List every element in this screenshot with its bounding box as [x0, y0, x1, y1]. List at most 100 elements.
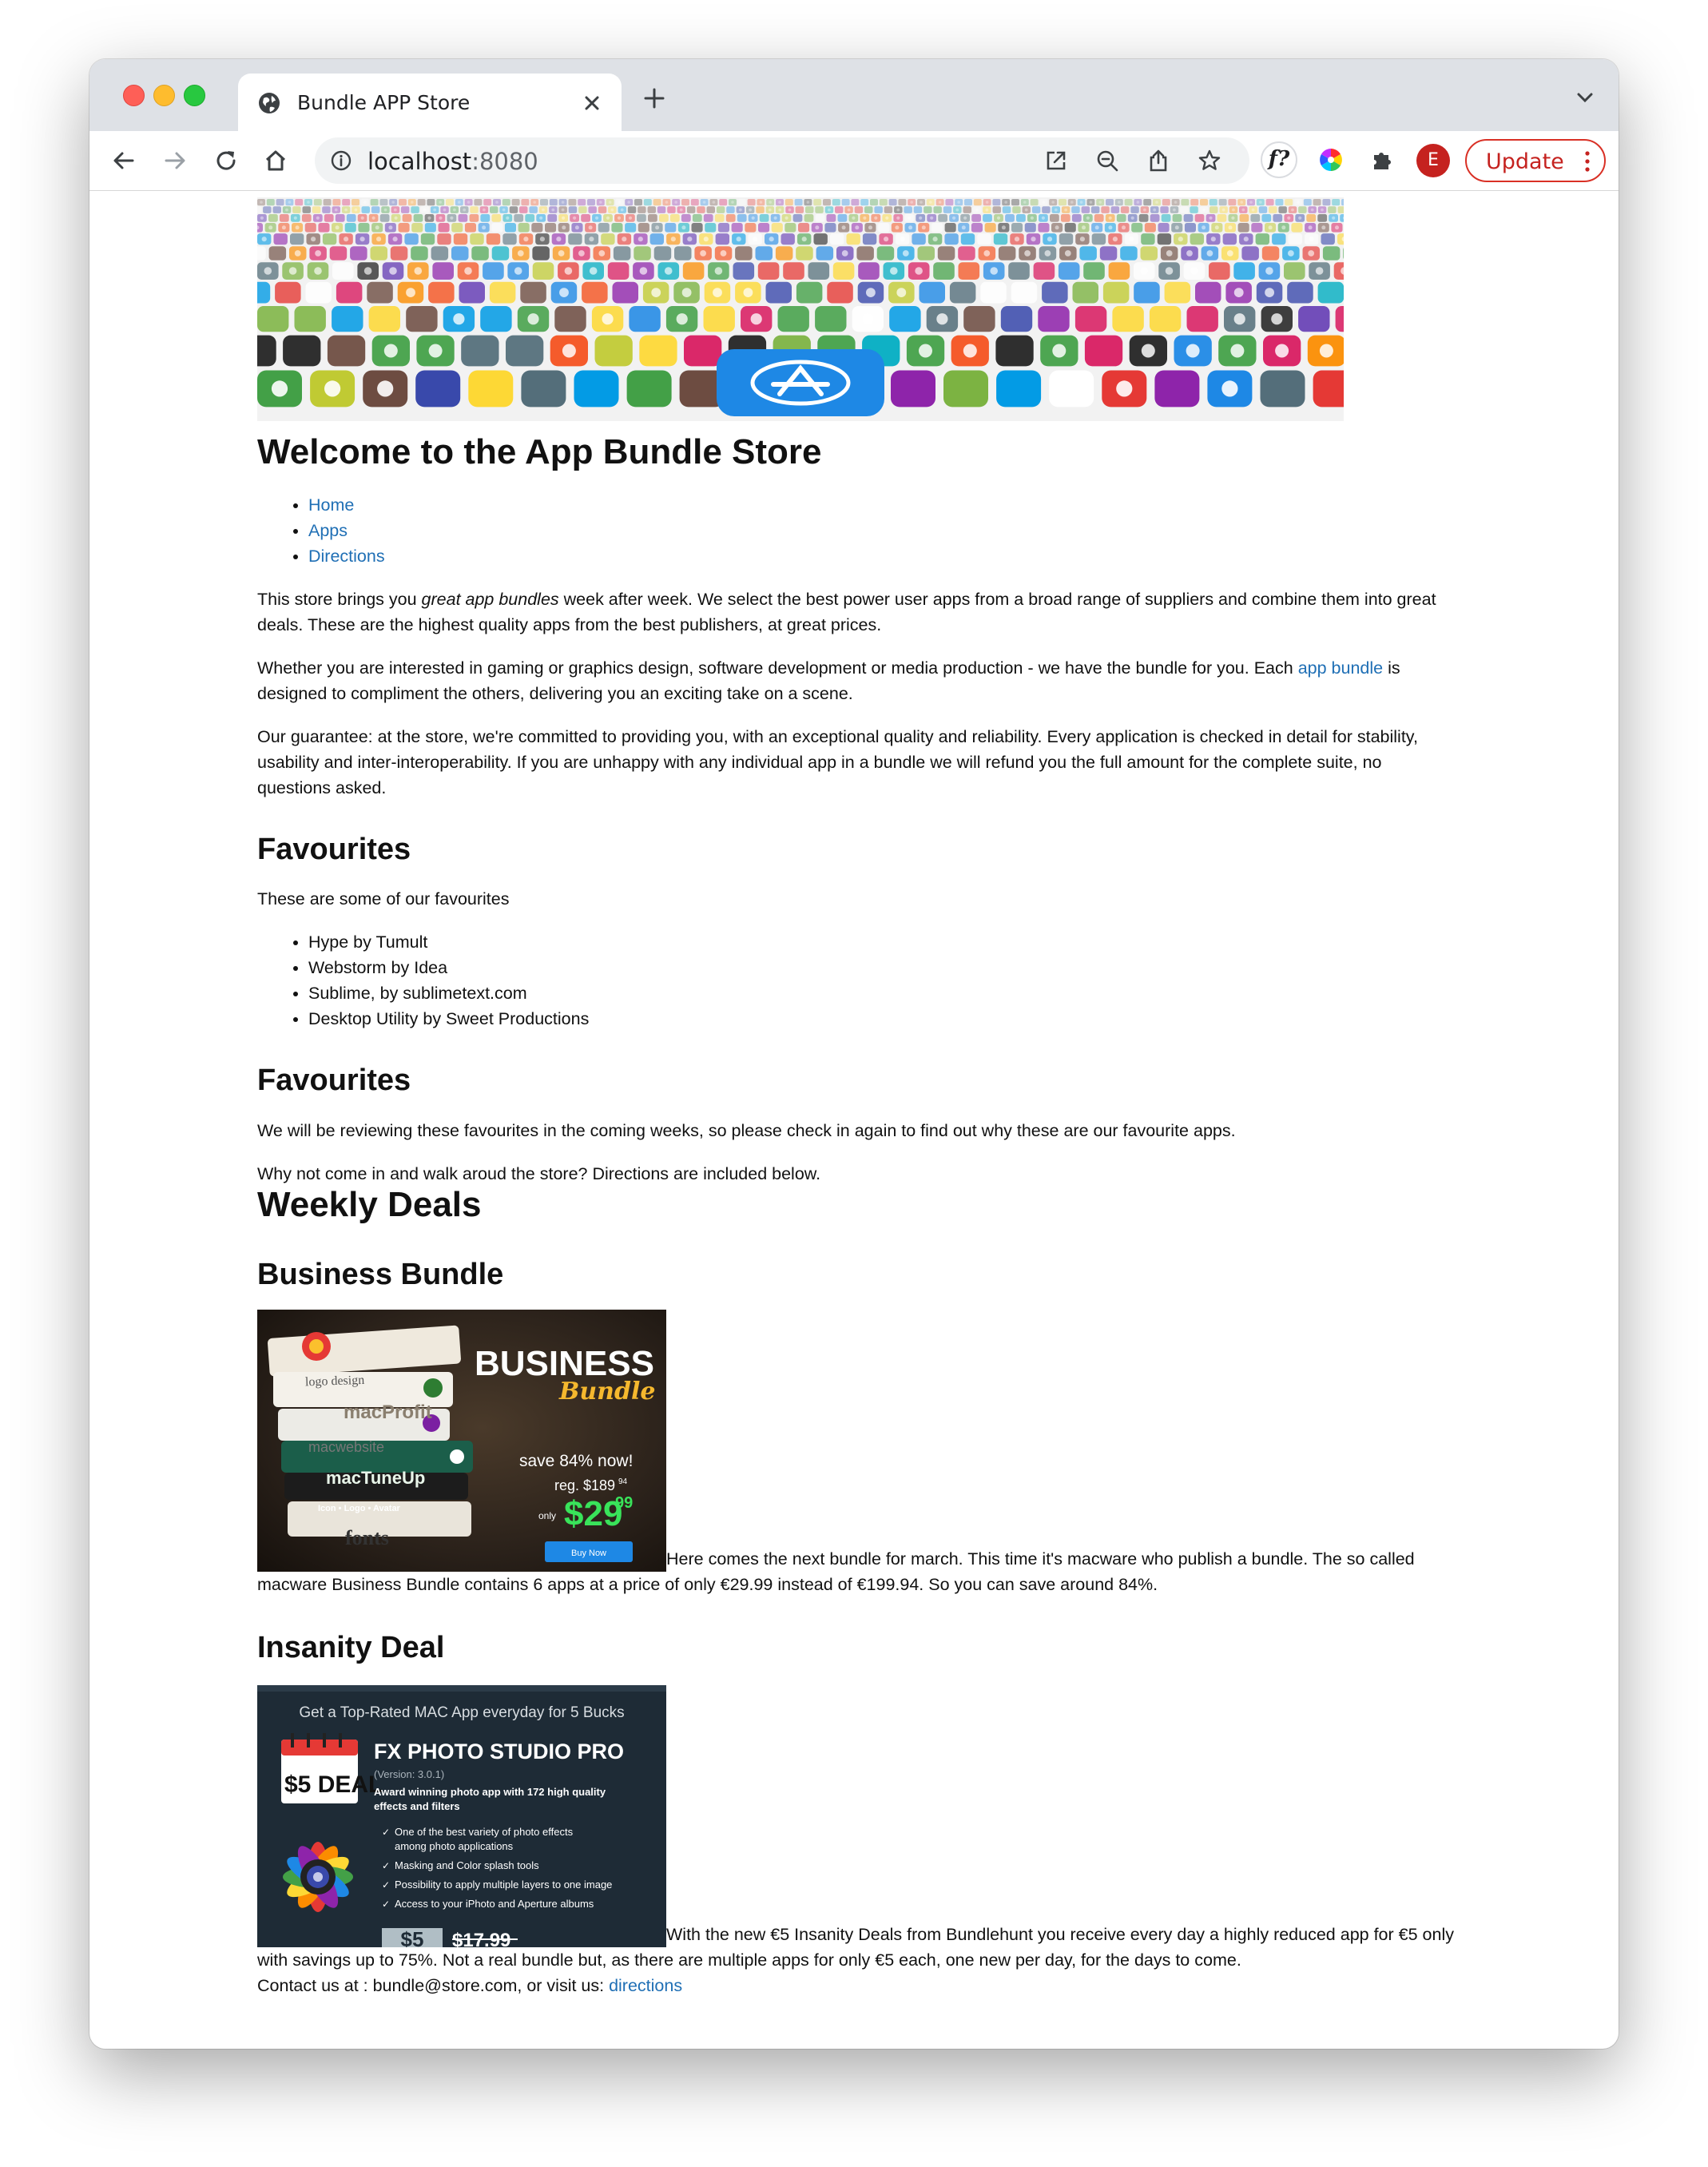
banner-app-icon	[832, 199, 840, 206]
banner-app-icon	[643, 199, 652, 206]
banner-app-glyph	[542, 208, 545, 212]
banner-app-glyph	[1174, 225, 1179, 230]
banner-app-icon	[627, 206, 637, 213]
banner-app-icon	[361, 206, 370, 213]
favourites-intro: These are some of our favourites	[257, 889, 510, 909]
banner-app-icon	[1116, 214, 1126, 222]
banner-app-icon	[1306, 214, 1317, 222]
reload-icon[interactable]	[213, 147, 240, 174]
banner-app-icon	[649, 233, 664, 245]
close-tab-icon[interactable]	[582, 93, 602, 113]
banner-app-icon	[998, 246, 1016, 260]
banner-app-icon	[1158, 223, 1170, 233]
banner-app-glyph	[1202, 208, 1206, 212]
banner-app-icon	[1190, 206, 1198, 213]
banner-app-glyph	[1233, 288, 1244, 297]
share-icon[interactable]	[1146, 148, 1171, 173]
banner-app-glyph	[483, 208, 486, 212]
banner-app-icon	[1091, 233, 1106, 245]
forward-arrow-icon[interactable]	[161, 147, 189, 174]
banner-app-glyph	[1166, 250, 1173, 256]
address-bar[interactable]: localhost:8080	[315, 137, 1249, 184]
banner-app-glyph	[1108, 216, 1112, 220]
banner-app-icon	[521, 199, 530, 206]
banner-app-icon	[511, 199, 520, 206]
banner-app-icon	[1217, 214, 1227, 222]
banner-app-glyph	[383, 344, 398, 358]
favourites-list: Hype by Tumult Webstorm by Idea Sublime,…	[257, 929, 1456, 1032]
banner-app-glyph	[295, 225, 300, 230]
minimize-window-button[interactable]	[153, 85, 175, 106]
banner-app-glyph	[363, 267, 372, 275]
banner-app-glyph	[908, 216, 912, 220]
formula-extension-icon[interactable]: f?	[1261, 141, 1297, 178]
banner-app-glyph	[1321, 208, 1324, 212]
banner-app-glyph	[1108, 225, 1113, 230]
banner-app-icon	[427, 199, 435, 206]
new-tab-icon[interactable]	[642, 86, 666, 110]
app-bundle-link[interactable]: app bundle	[1298, 658, 1383, 678]
banner-app-glyph	[1042, 201, 1046, 204]
zoom-out-icon[interactable]	[1094, 148, 1120, 173]
banner-app-glyph	[439, 201, 442, 204]
banner-app-icon	[665, 223, 677, 233]
banner-app-glyph	[919, 344, 932, 358]
banner-app-glyph	[651, 288, 661, 297]
open-in-app-icon[interactable]	[1043, 148, 1069, 173]
extensions-puzzle-icon[interactable]	[1369, 147, 1395, 173]
banner-app-icon	[690, 199, 699, 206]
banner-app-icon	[257, 281, 271, 304]
banner-app-icon	[1071, 214, 1082, 222]
banner-app-icon	[1099, 246, 1118, 260]
banner-app-glyph	[383, 208, 387, 212]
banner-app-icon	[898, 199, 907, 206]
banner-app-icon	[352, 199, 359, 206]
tab-bundle-app-store[interactable]: Bundle APP Store	[238, 74, 622, 131]
list-item: Desktop Utility by Sweet Productions	[308, 1006, 1456, 1032]
banner-app-glyph	[627, 201, 630, 204]
bookmark-star-icon[interactable]	[1197, 148, 1222, 173]
tab-search-chevron-icon[interactable]	[1575, 89, 1595, 105]
banner-app-glyph	[1122, 225, 1126, 230]
banner-app-glyph	[681, 288, 692, 297]
nav-link-directions[interactable]: Directions	[308, 547, 385, 566]
nav-item-directions: Directions	[308, 543, 1456, 569]
svg-text:$5: $5	[401, 1927, 424, 1947]
banner-app-glyph	[1055, 225, 1059, 230]
banner-app-icon	[992, 199, 1001, 206]
banner-app-glyph	[1275, 344, 1289, 358]
banner-app-icon	[332, 306, 363, 332]
banner-app-glyph	[679, 208, 683, 212]
profile-avatar[interactable]: E	[1416, 144, 1450, 177]
banner-app-glyph	[1265, 288, 1274, 297]
update-button[interactable]: Update	[1465, 139, 1606, 182]
banner-app-icon	[659, 214, 669, 222]
banner-app-glyph	[985, 208, 989, 212]
banner-app-icon	[613, 246, 631, 260]
banner-app-icon	[703, 214, 713, 222]
banner-app-icon	[545, 223, 557, 233]
close-window-button[interactable]	[123, 85, 145, 106]
page-body: Welcome to the App Bundle Store Home App…	[257, 191, 1456, 1998]
banner-app-glyph	[1070, 201, 1074, 204]
contact-directions-link[interactable]: directions	[609, 1976, 682, 1995]
nav-link-home[interactable]: Home	[308, 495, 354, 515]
banner-app-icon	[719, 199, 728, 206]
banner-app-icon	[598, 223, 610, 233]
banner-app-icon	[358, 223, 370, 233]
banner-app-glyph	[915, 267, 923, 275]
banner-app-icon	[933, 206, 942, 213]
banner-app-icon	[1190, 233, 1204, 245]
color-wheel-extension-icon[interactable]	[1318, 147, 1344, 173]
banner-app-icon	[276, 199, 284, 206]
site-info-icon[interactable]	[331, 150, 352, 171]
home-icon[interactable]	[262, 147, 289, 174]
update-button-label: Update	[1486, 149, 1564, 174]
banner-app-glyph	[285, 208, 288, 212]
banner-app-icon	[312, 206, 321, 213]
svg-text:macwebsite: macwebsite	[308, 1439, 384, 1455]
banner-app-glyph	[558, 250, 565, 256]
nav-link-apps[interactable]: Apps	[308, 521, 348, 540]
fullscreen-window-button[interactable]	[184, 85, 205, 106]
back-arrow-icon[interactable]	[110, 147, 137, 174]
